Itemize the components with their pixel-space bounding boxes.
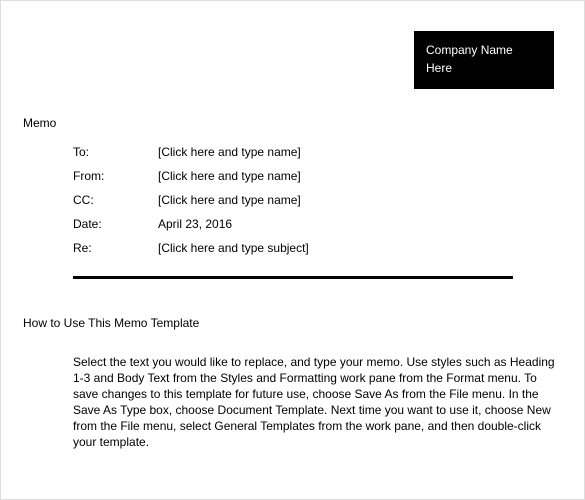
date-label: Date: bbox=[73, 217, 158, 231]
to-label: To: bbox=[73, 145, 158, 159]
memo-fields: To: [Click here and type name] From: [Cl… bbox=[73, 145, 513, 265]
to-value[interactable]: [Click here and type name] bbox=[158, 145, 513, 159]
howto-heading: How to Use This Memo Template bbox=[23, 316, 199, 330]
cc-value[interactable]: [Click here and type name] bbox=[158, 193, 513, 207]
date-value[interactable]: April 23, 2016 bbox=[158, 217, 513, 231]
body-paragraph[interactable]: Select the text you would like to replac… bbox=[73, 354, 558, 450]
field-cc: CC: [Click here and type name] bbox=[73, 193, 513, 207]
cc-label: CC: bbox=[73, 193, 158, 207]
re-value[interactable]: [Click here and type subject] bbox=[158, 241, 513, 255]
re-label: Re: bbox=[73, 241, 158, 255]
field-to: To: [Click here and type name] bbox=[73, 145, 513, 159]
from-label: From: bbox=[73, 169, 158, 183]
company-name-line2: Here bbox=[426, 59, 542, 77]
field-date: Date: April 23, 2016 bbox=[73, 217, 513, 231]
company-name-line1: Company Name bbox=[426, 41, 542, 59]
field-from: From: [Click here and type name] bbox=[73, 169, 513, 183]
field-re: Re: [Click here and type subject] bbox=[73, 241, 513, 255]
from-value[interactable]: [Click here and type name] bbox=[158, 169, 513, 183]
memo-heading: Memo bbox=[23, 116, 56, 130]
company-name-box: Company Name Here bbox=[414, 31, 554, 89]
divider-line bbox=[73, 276, 513, 279]
